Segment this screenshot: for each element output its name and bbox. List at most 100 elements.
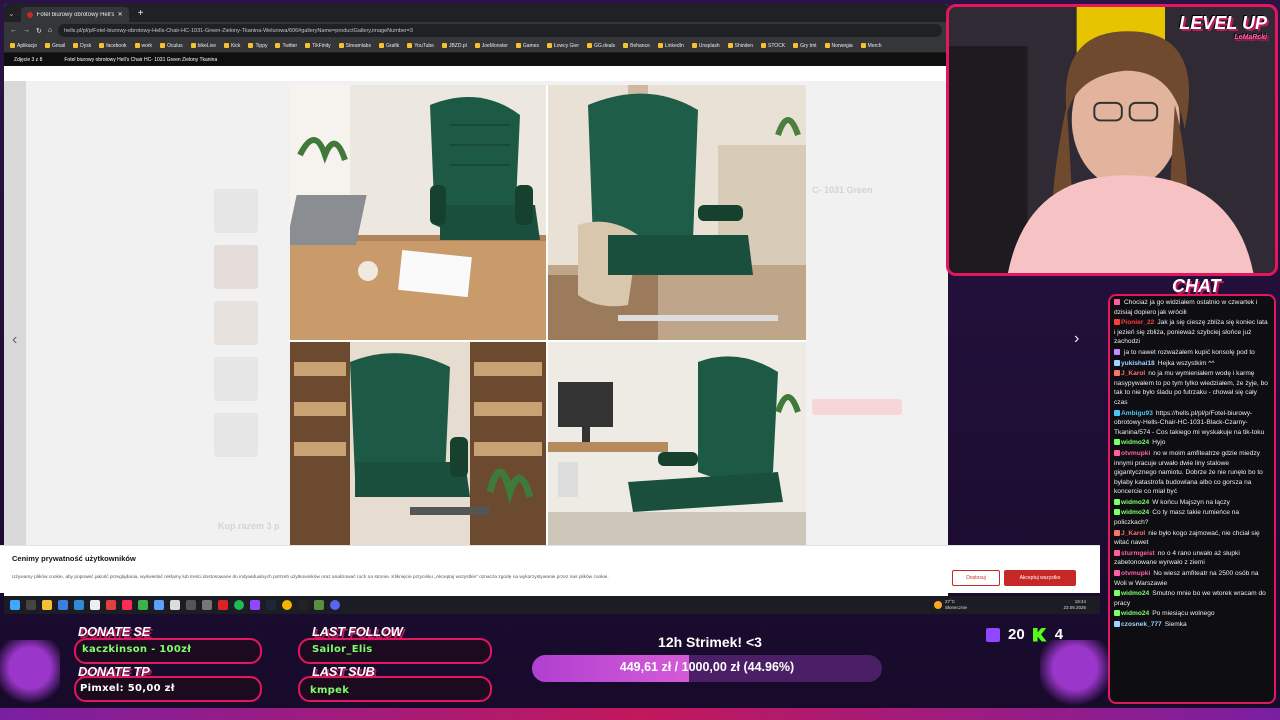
- bookmark-item[interactable]: Norwegia: [824, 43, 853, 49]
- home-icon[interactable]: ⌂: [48, 27, 52, 34]
- app-icon[interactable]: [186, 600, 196, 610]
- app-icon[interactable]: [202, 600, 212, 610]
- bookmark-item[interactable]: YouTube: [407, 43, 434, 49]
- calendar-icon[interactable]: [90, 600, 100, 610]
- bookmark-label: Gmail: [52, 42, 66, 49]
- bookmark-item[interactable]: Behance: [623, 43, 650, 49]
- bookmark-item[interactable]: Shinden: [727, 43, 753, 49]
- tab-search-icon[interactable]: ⌄: [8, 9, 15, 18]
- bookmark-item[interactable]: facebook: [99, 42, 127, 49]
- explorer-icon[interactable]: [42, 600, 52, 610]
- chat-username[interactable]: widmo24: [1121, 439, 1149, 446]
- gallery-header: Zdjęcie 3 z 8 Fotel biurowy obrotowy Hel…: [4, 53, 948, 66]
- opera-icon[interactable]: [218, 600, 228, 610]
- bookmark-item[interactable]: Grafik: [378, 43, 399, 49]
- bookmark-item[interactable]: JoeMonster: [474, 43, 508, 49]
- chat-username[interactable]: widmo24: [1121, 509, 1149, 516]
- chat-username[interactable]: Pionier_22: [1121, 319, 1154, 326]
- discord-icon[interactable]: [330, 600, 340, 610]
- store-icon[interactable]: [58, 600, 68, 610]
- bookmark-item[interactable]: Tippy: [248, 43, 267, 49]
- bookmark-item[interactable]: STOCK: [761, 43, 785, 49]
- minecraft-icon[interactable]: [314, 600, 324, 610]
- bookmark-label: facebook: [106, 42, 127, 49]
- badge-icon: [1114, 348, 1120, 355]
- thumbnail[interactable]: [214, 189, 258, 233]
- bookmark-item[interactable]: Gry tmt: [793, 42, 817, 49]
- chat-username[interactable]: otvmupki: [1121, 570, 1150, 577]
- cookie-accept-button[interactable]: Akceptuj wszystko: [1004, 570, 1076, 586]
- bookmark-item[interactable]: Streamlabs: [338, 42, 371, 49]
- photos-icon[interactable]: [154, 600, 164, 610]
- chat-message: sturmgeist no o 4 rano urwało aż słupki z…: [1114, 549, 1270, 568]
- bookmark-label: Tippy: [255, 42, 268, 49]
- thumbnail[interactable]: [214, 413, 258, 457]
- gallery-next-icon[interactable]: ›: [1074, 330, 1079, 348]
- thumbnail[interactable]: [214, 357, 258, 401]
- chat-username[interactable]: otvmupki: [1121, 450, 1150, 457]
- bookmark-item[interactable]: Twitter: [275, 43, 297, 49]
- bookmark-item[interactable]: GG.deals: [587, 43, 615, 49]
- gallery-image[interactable]: [290, 85, 806, 547]
- gallery-prev-icon[interactable]: ‹: [12, 331, 17, 349]
- bookmark-item[interactable]: Unsplash: [691, 43, 720, 49]
- weather-widget[interactable]: 27°C Słonecznie: [934, 599, 967, 611]
- bookmark-item[interactable]: JBZD.pl: [441, 43, 467, 49]
- bookmark-folder-icon: [824, 43, 830, 48]
- back-icon[interactable]: ←: [10, 27, 17, 34]
- bookmark-item[interactable]: Merch: [860, 43, 882, 49]
- chat-message: Ambigu93 https://hells.pl/pl/p/Fotel-biur…: [1114, 409, 1270, 438]
- chat-username[interactable]: widmo24: [1121, 499, 1149, 506]
- bookmark-item[interactable]: bikeLive: [190, 43, 216, 49]
- notepad-icon[interactable]: [170, 600, 180, 610]
- tab-active[interactable]: Fotel biurowy obrotowy Hell's C ✕: [20, 7, 129, 22]
- app-icon[interactable]: [106, 600, 116, 610]
- chat-username[interactable]: widmo24: [1121, 610, 1149, 617]
- thumbnail[interactable]: [214, 245, 258, 289]
- bookmark-item[interactable]: Kick: [223, 43, 240, 49]
- cookie-customize-button[interactable]: Dostosuj: [952, 570, 1000, 586]
- new-tab-button[interactable]: +: [135, 8, 147, 19]
- chat-username[interactable]: sturmgeist: [1121, 550, 1155, 557]
- chat-username[interactable]: yukishai18: [1121, 360, 1155, 367]
- clock[interactable]: 18:44 23.08.2026: [1063, 599, 1086, 611]
- address-bar[interactable]: hells.pl/pl/p/Fotel-biurowy-obrotowy-Hel…: [58, 24, 942, 37]
- bookmark-item[interactable]: Gmail: [45, 43, 65, 49]
- bookmark-label: Gry tmt: [800, 42, 817, 49]
- start-icon[interactable]: [10, 600, 20, 610]
- chat-username[interactable]: widmo24: [1121, 590, 1149, 597]
- bookmark-item[interactable]: Aplikacje: [10, 43, 37, 49]
- viewer-stats: 20 4: [986, 626, 1063, 643]
- mail-icon[interactable]: [74, 600, 84, 610]
- bookmark-item[interactable]: Łowcy Gier: [546, 43, 579, 49]
- terminal-icon[interactable]: [298, 600, 308, 610]
- chat-username[interactable]: J_Karol: [1121, 530, 1145, 537]
- bookmark-folder-icon: [546, 43, 552, 48]
- chat-text: Po miesiącu wolnego: [1152, 610, 1215, 618]
- chat-username[interactable]: J_Karol: [1121, 370, 1145, 377]
- chat-username[interactable]: czosnek_777: [1121, 621, 1162, 628]
- spotify-icon[interactable]: [234, 600, 244, 610]
- chrome-icon[interactable]: [282, 600, 292, 610]
- steam-icon[interactable]: [266, 600, 276, 610]
- chat-message: widmo24 Smutno mnie bo we wtorek wracam d…: [1114, 589, 1270, 608]
- bookmark-label: Streamlabs: [345, 42, 371, 49]
- reload-icon[interactable]: ↻: [36, 27, 42, 35]
- bookmark-item[interactable]: Dysk: [73, 43, 91, 49]
- bookmark-item[interactable]: work: [134, 43, 152, 49]
- search-icon[interactable]: [26, 600, 36, 610]
- bookmark-item[interactable]: Games: [515, 43, 539, 49]
- bookmark-item[interactable]: Oculus: [160, 43, 183, 49]
- forward-icon[interactable]: →: [23, 27, 30, 34]
- chat-username[interactable]: Ambigu93: [1121, 410, 1153, 417]
- tiktok-icon[interactable]: [122, 600, 132, 610]
- thumbnail[interactable]: [214, 301, 258, 345]
- bookmark-folder-icon: [99, 43, 105, 48]
- tab-close-icon[interactable]: ✕: [118, 11, 123, 18]
- xbox-icon[interactable]: [138, 600, 148, 610]
- bookmark-item[interactable]: TikFinity: [305, 42, 331, 49]
- app-icon[interactable]: [250, 600, 260, 610]
- bookmark-label: TikFinity: [312, 42, 331, 49]
- bookmark-item[interactable]: LinkedIn: [657, 43, 684, 49]
- chat-message: Pionier_22 Jak ja się cieszę zbliża się k…: [1114, 318, 1270, 347]
